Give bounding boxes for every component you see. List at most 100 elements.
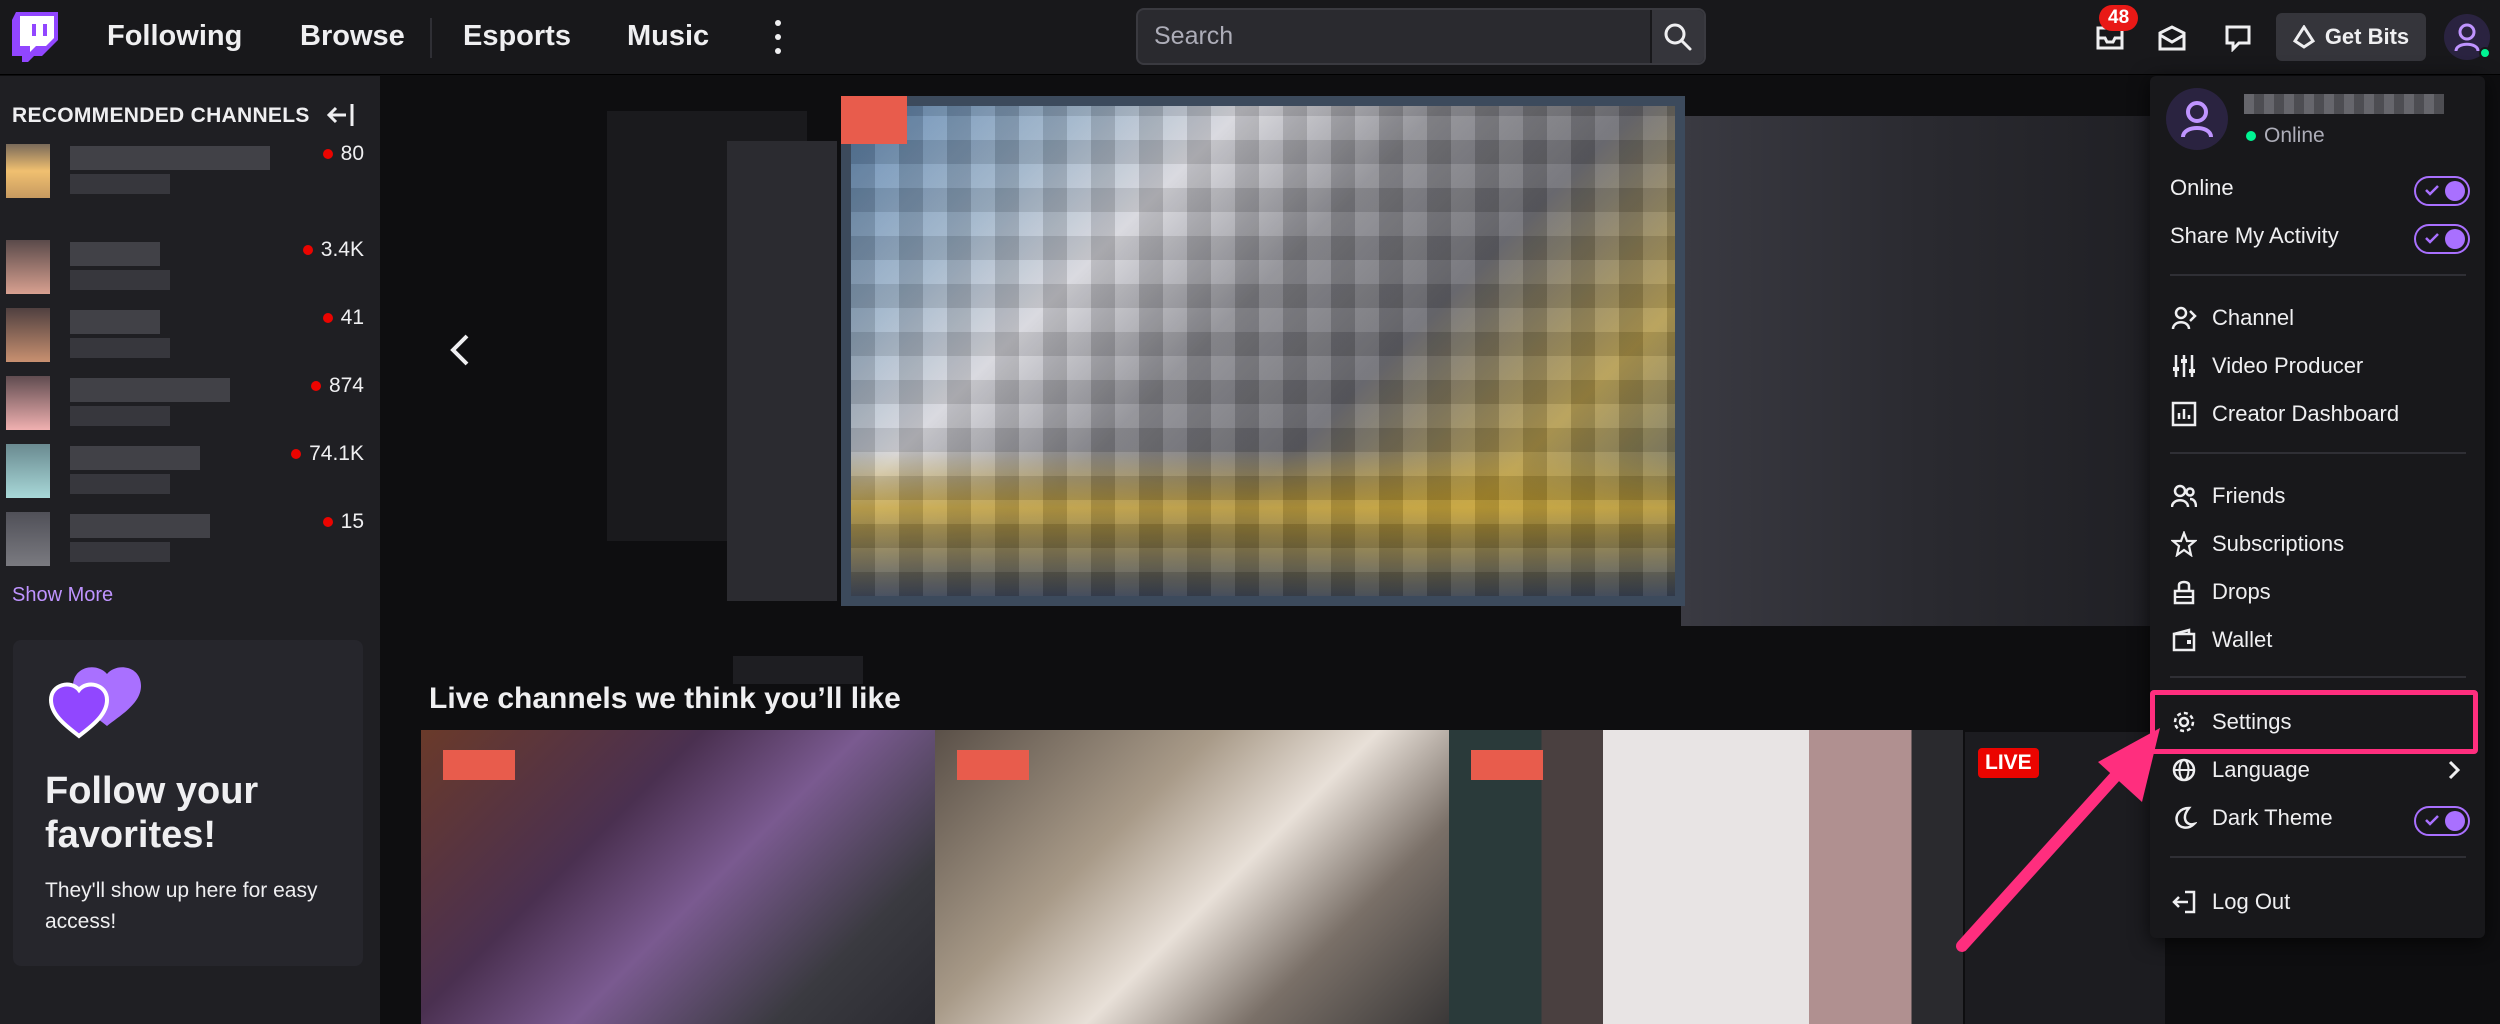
online-toggle-label: Online [2170,175,2234,200]
stream-card[interactable] [421,730,935,1024]
channel-item[interactable]: 874 [0,370,380,436]
menu-item-wallet[interactable]: Wallet [2170,620,2470,660]
nav-music[interactable]: Music [627,14,709,58]
channel-avatar [6,444,50,498]
menu-item-label: Video Producer [2212,353,2364,378]
menu-item-label: Creator Dashboard [2212,401,2400,426]
user-status: Online [2246,124,2325,148]
channel-name-redacted [70,446,200,470]
channel-avatar [6,512,50,566]
annotation-arrow-icon [1956,728,2160,952]
search-input[interactable] [1138,10,1598,63]
online-dot-icon [2246,131,2256,141]
twitch-logo-icon[interactable] [12,12,58,62]
share-activity-toggle[interactable] [2414,224,2470,254]
live-dot-icon [322,313,333,323]
channel-name-redacted [70,310,160,334]
nav-esports[interactable]: Esports [463,14,571,58]
channel-avatar [6,240,50,294]
menu-item-label: Log Out [2212,889,2291,914]
featured-stream-thumbnail[interactable] [841,96,1685,606]
check-icon [2425,185,2439,196]
show-more-link[interactable]: Show More [12,584,113,607]
stream-card[interactable] [935,730,1449,1024]
search-button[interactable] [1650,10,1704,63]
sidebar: RECOMMENDED CHANNELS 80 3.4K 41 874 74.1… [0,76,380,1024]
viewer-count: 874 [310,374,364,398]
live-dot-icon [302,245,313,255]
carousel-side-thumbnail[interactable] [727,141,837,601]
carousel-caption-redacted [733,656,863,684]
carousel-prev-icon[interactable] [441,328,481,372]
live-chip [1471,750,1543,780]
recommended-channels-heading: RECOMMENDED CHANNELS [12,104,310,127]
menu-item-friends[interactable]: Friends [2170,476,2470,516]
live-dot-icon [322,149,333,159]
nav-browse[interactable]: Browse [300,14,405,58]
friends-icon [2171,484,2197,508]
section-title: Live channels we think you’ll like [429,682,901,715]
channel-game-redacted [70,270,170,290]
sliders-icon [2173,355,2195,377]
menu-item-label: Wallet [2212,627,2273,652]
get-bits-button[interactable]: Get Bits [2276,13,2426,61]
menu-item-drops[interactable]: Drops [2170,572,2470,612]
live-chip [443,750,515,780]
check-icon [2425,815,2439,826]
user-icon [2181,101,2213,138]
collapse-sidebar-icon[interactable] [326,100,356,130]
channel-name-redacted [70,146,270,170]
chevron-right-icon [2448,760,2461,780]
channel-avatar [6,308,50,362]
menu-item-language[interactable]: Language [2170,750,2470,790]
menu-item-label: Friends [2212,483,2286,508]
chat-bubble-icon [2225,25,2251,52]
channel-name-redacted [70,514,210,538]
stream-card[interactable] [1449,730,1963,1024]
channel-game-redacted [70,474,170,494]
dark-theme-toggle[interactable] [2414,806,2470,836]
menu-divider [2170,856,2466,858]
top-nav: Following Browse Esports Music 48 [0,0,2500,75]
menu-item-subscriptions[interactable]: Subscriptions [2170,524,2470,564]
channel-avatar [6,144,50,198]
menu-item-video-producer[interactable]: Video Producer [2170,346,2470,386]
username-redacted [2244,94,2444,114]
nav-following[interactable]: Following [107,14,242,58]
follow-favorites-card: Follow your favorites! They'll show up h… [13,640,363,966]
channel-item[interactable]: 41 [0,302,380,368]
online-toggle-row[interactable]: Online [2170,168,2470,208]
menu-item-log-out[interactable]: Log Out [2170,882,2470,922]
chat-button[interactable] [2218,18,2258,58]
menu-item-creator-dashboard[interactable]: Creator Dashboard [2170,394,2470,434]
menu-item-dark-theme[interactable]: Dark Theme [2170,798,2470,838]
viewer-count: 80 [322,142,364,166]
menu-item-label: Language [2212,757,2310,782]
mail-icon [2158,25,2186,51]
live-chip [957,750,1029,780]
channel-icon [2171,306,2197,330]
menu-user-header: Online [2166,84,2466,154]
channel-item[interactable]: 80 [0,138,380,204]
bits-icon [2292,25,2315,49]
channel-item[interactable]: 3.4K [0,234,380,300]
notification-badge: 48 [2099,5,2139,31]
channel-name-redacted [70,378,230,402]
viewer-count: 41 [322,306,364,330]
live-dot-icon [310,381,321,391]
channel-item[interactable]: 15 [0,506,380,572]
menu-divider [2170,274,2466,276]
menu-item-channel[interactable]: Channel [2170,298,2470,338]
whispers-button[interactable] [2152,18,2192,58]
dashboard-icon [2171,401,2197,427]
channel-game-redacted [70,406,170,426]
channel-item[interactable]: 74.1K [0,438,380,504]
online-toggle[interactable] [2414,176,2470,206]
share-activity-toggle-row[interactable]: Share My Activity [2170,216,2470,256]
share-activity-label: Share My Activity [2170,223,2339,248]
menu-avatar [2166,88,2228,150]
menu-item-label: Channel [2212,305,2294,330]
more-options-icon[interactable] [768,20,788,54]
channel-game-redacted [70,542,170,562]
menu-item-label: Dark Theme [2212,805,2333,830]
